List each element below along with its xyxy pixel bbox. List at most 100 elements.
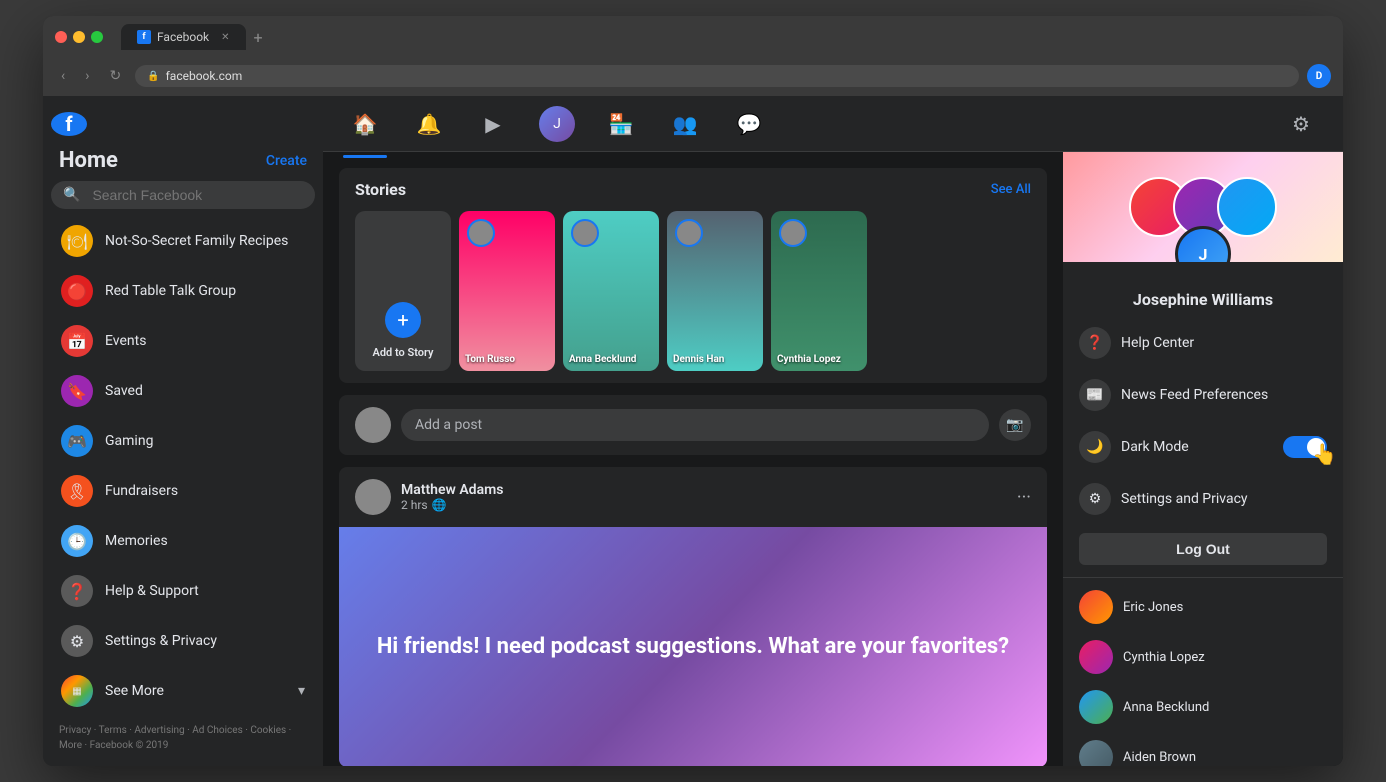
sidebar-item-events[interactable]: 📅 Events bbox=[51, 317, 315, 365]
sidebar-label-recipes: Not-So-Secret Family Recipes bbox=[105, 233, 288, 249]
feed-post: Matthew Adams 2 hrs 🌐 ··· Hi friend bbox=[339, 467, 1047, 766]
address-bar: ‹ › ↻ 🔒 facebook.com D bbox=[55, 58, 1331, 96]
sidebar-item-not-so-secret[interactable]: 🍽 Not-So-Secret Family Recipes bbox=[51, 217, 315, 265]
new-tab-button[interactable]: + bbox=[254, 28, 263, 47]
post-image: Hi friends! I need podcast suggestions. … bbox=[339, 527, 1047, 766]
facebook-logo: f bbox=[51, 112, 87, 136]
create-button[interactable]: Create bbox=[266, 153, 307, 169]
forward-button[interactable]: › bbox=[79, 66, 95, 86]
sidebar-icon-recipes: 🍽 bbox=[61, 225, 93, 257]
sidebar-item-gaming[interactable]: 🎮 Gaming bbox=[51, 417, 315, 465]
back-button[interactable]: ‹ bbox=[55, 66, 71, 86]
story-bg-3: Dennis Han bbox=[667, 211, 763, 371]
sidebar-item-saved[interactable]: 🔖 Saved bbox=[51, 367, 315, 415]
sidebar-icon-events: 📅 bbox=[61, 325, 93, 357]
photo-upload-button[interactable]: 📷 bbox=[999, 409, 1031, 441]
news-feed-label: News Feed Preferences bbox=[1121, 387, 1268, 403]
browser-chrome: f Facebook ✕ + ‹ › ↻ 🔒 facebook.com D bbox=[43, 16, 1343, 96]
sidebar-item-search[interactable]: 🔍 bbox=[51, 181, 315, 209]
browser-user-avatar[interactable]: D bbox=[1307, 64, 1331, 88]
maximize-window-button[interactable] bbox=[91, 31, 103, 43]
top-nav: 🏠 🔔 ▶ J 🏪 👥 💬 ⚙ bbox=[323, 96, 1343, 152]
story-avatar-3 bbox=[675, 219, 703, 247]
news-feed-item[interactable]: 📰 News Feed Preferences bbox=[1063, 369, 1343, 421]
nav-home-button[interactable]: 🏠 bbox=[343, 102, 387, 146]
minimize-window-button[interactable] bbox=[73, 31, 85, 43]
sidebar-title: Home bbox=[59, 148, 118, 173]
nav-groups-button[interactable]: 👥 bbox=[663, 102, 707, 146]
sidebar-item-help[interactable]: ❓ Help & Support bbox=[51, 567, 315, 615]
story-avatar-2 bbox=[571, 219, 599, 247]
post-image-text: Hi friends! I need podcast suggestions. … bbox=[357, 613, 1029, 682]
story-name-4: Cynthia Lopez bbox=[777, 354, 861, 365]
post-composer: Add a post 📷 bbox=[339, 395, 1047, 455]
friend-avatar-anna bbox=[1079, 690, 1113, 724]
divider bbox=[1063, 577, 1343, 578]
dark-mode-icon: 🌙 bbox=[1079, 431, 1111, 463]
sidebar-item-fundraisers[interactable]: 🎗 Fundraisers bbox=[51, 467, 315, 515]
news-feed-icon: 📰 bbox=[1079, 379, 1111, 411]
see-all-button[interactable]: See All bbox=[991, 182, 1031, 197]
friend-name-anna: Anna Becklund bbox=[1123, 700, 1209, 715]
story-name-2: Anna Becklund bbox=[569, 354, 653, 365]
add-story-card[interactable]: + Add to Story bbox=[355, 211, 451, 371]
sidebar-label-saved: Saved bbox=[105, 383, 143, 399]
active-tab[interactable]: f Facebook ✕ bbox=[121, 24, 246, 50]
settings-privacy-item[interactable]: ⚙ Settings and Privacy bbox=[1063, 473, 1343, 525]
story-card-4[interactable]: Cynthia Lopez bbox=[771, 211, 867, 371]
search-icon: 🔍 bbox=[63, 187, 80, 203]
post-more-button[interactable]: ··· bbox=[1017, 487, 1031, 508]
post-user-info: Matthew Adams 2 hrs 🌐 bbox=[355, 479, 503, 515]
friend-avatar-eric bbox=[1079, 590, 1113, 624]
tab-close-button[interactable]: ✕ bbox=[221, 32, 229, 43]
help-center-icon: ❓ bbox=[1079, 327, 1111, 359]
story-card-3[interactable]: Dennis Han bbox=[667, 211, 763, 371]
friend-item-cynthia[interactable]: Cynthia Lopez bbox=[1063, 632, 1343, 682]
nav-watch-button[interactable]: ▶ bbox=[471, 102, 515, 146]
window-controls bbox=[55, 31, 103, 43]
see-more-row[interactable]: ▦ See More ▾ bbox=[51, 667, 315, 715]
profile-banner: J bbox=[1063, 152, 1343, 262]
close-window-button[interactable] bbox=[55, 31, 67, 43]
nav-marketplace-button[interactable]: 🏪 bbox=[599, 102, 643, 146]
sidebar-item-red-table[interactable]: 🔴 Red Table Talk Group bbox=[51, 267, 315, 315]
nav-settings-button[interactable]: ⚙ bbox=[1279, 102, 1323, 146]
url-bar[interactable]: 🔒 facebook.com bbox=[135, 65, 1299, 87]
story-avatar-1 bbox=[467, 219, 495, 247]
friend-item-aiden[interactable]: Aiden Brown bbox=[1063, 732, 1343, 766]
composer-avatar bbox=[355, 407, 391, 443]
nav-notifications-button[interactable]: 🔔 bbox=[407, 102, 451, 146]
sidebar-label-gaming: Gaming bbox=[105, 433, 153, 449]
nav-messenger-button[interactable]: 💬 bbox=[727, 102, 771, 146]
friend-item-eric[interactable]: Eric Jones bbox=[1063, 582, 1343, 632]
sidebar-item-memories[interactable]: 🕒 Memories bbox=[51, 517, 315, 565]
nav-profile-button[interactable]: J bbox=[535, 102, 579, 146]
post-input[interactable]: Add a post bbox=[401, 409, 989, 441]
right-panel: J Josephine Williams ❓ Help Center 📰 New… bbox=[1063, 152, 1343, 766]
stories-section: Stories See All + Add to Story bbox=[339, 168, 1047, 383]
reload-button[interactable]: ↻ bbox=[103, 66, 127, 86]
sidebar-footer: Privacy · Terms · Advertising · Ad Choic… bbox=[51, 715, 315, 761]
cursor-icon: 👆 bbox=[1312, 442, 1337, 466]
stories-header: Stories See All bbox=[355, 180, 1031, 199]
sidebar-icon-settings: ⚙ bbox=[61, 625, 93, 657]
logout-button[interactable]: Log Out bbox=[1079, 533, 1327, 565]
security-icon: 🔒 bbox=[147, 71, 159, 82]
sidebar-item-settings[interactable]: ⚙ Settings & Privacy bbox=[51, 617, 315, 665]
post-avatar bbox=[355, 479, 391, 515]
see-more-chevron-icon: ▾ bbox=[298, 683, 305, 699]
add-story-icon: + bbox=[385, 302, 421, 338]
story-name-3: Dennis Han bbox=[673, 354, 757, 365]
stories-row: + Add to Story Tom Russo bbox=[355, 211, 1031, 371]
story-name-1: Tom Russo bbox=[465, 354, 549, 365]
help-center-item[interactable]: ❓ Help Center bbox=[1063, 317, 1343, 369]
story-card-2[interactable]: Anna Becklund bbox=[563, 211, 659, 371]
friend-item-anna[interactable]: Anna Becklund bbox=[1063, 682, 1343, 732]
dark-mode-toggle-wrapper: 👆 bbox=[1283, 436, 1327, 458]
story-card-1[interactable]: Tom Russo bbox=[459, 211, 555, 371]
tab-favicon: f bbox=[137, 30, 151, 44]
dark-mode-row[interactable]: 🌙 Dark Mode 👆 bbox=[1063, 421, 1343, 473]
sidebar-icon-gaming: 🎮 bbox=[61, 425, 93, 457]
search-input[interactable] bbox=[92, 187, 303, 203]
help-center-label: Help Center bbox=[1121, 335, 1194, 351]
